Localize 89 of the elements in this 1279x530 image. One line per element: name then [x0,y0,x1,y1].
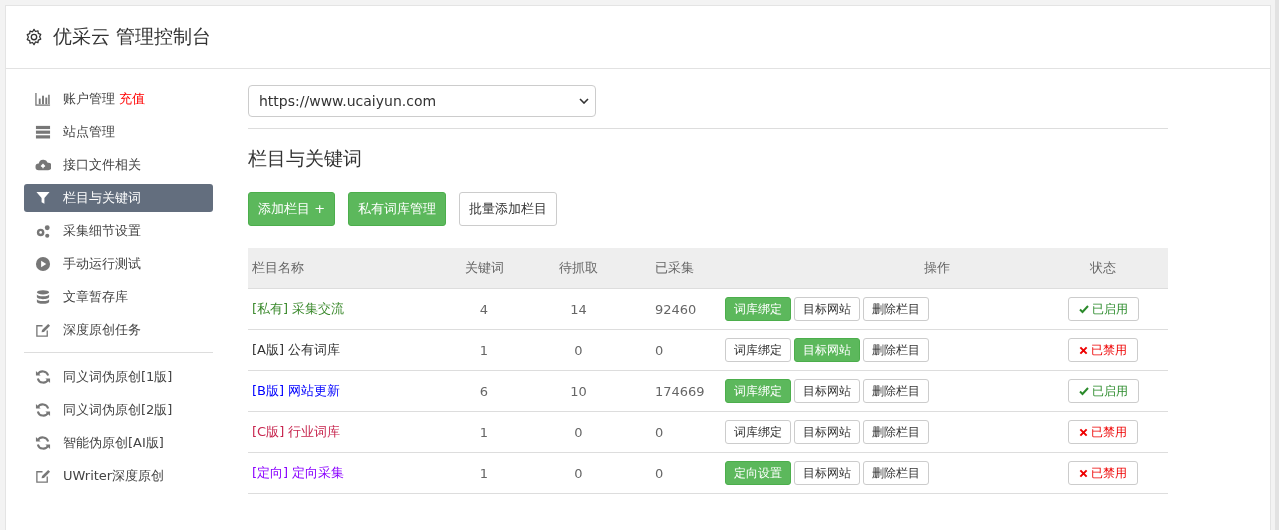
sidebar-label: 手动运行测试 [63,255,141,273]
table-cell: 174669 [655,383,705,399]
page-title: 优采云 管理控制台 [53,24,212,49]
edit-icon [35,468,51,484]
table-cell: 1 [479,465,489,481]
column-header: 已采集 [655,260,694,275]
edit-icon [35,322,51,338]
status-button[interactable]: 已禁用 [1068,461,1138,485]
table-cell: 0 [574,465,583,481]
recharge-link[interactable]: 充值 [119,90,145,108]
sidebar-item[interactable]: 同义词伪原创[2版] [24,396,213,424]
action-button[interactable]: 删除栏目 [863,420,929,444]
action-button[interactable]: 目标网站 [794,420,860,444]
table-cell: 92460 [655,301,697,317]
filter-icon [35,190,51,206]
status-button[interactable]: 已禁用 [1068,420,1138,444]
refresh-icon [35,402,51,418]
toolbar-button[interactable]: 批量添加栏目 [459,192,558,226]
sidebar-item[interactable]: 智能伪原创[AI版] [24,429,213,457]
column-header: 操作 [924,260,950,275]
server-icon [35,124,51,140]
column-header: 栏目名称 [252,260,304,275]
close-icon [1079,345,1088,355]
table-cell: 1 [479,424,489,440]
column-header: 关键词 [464,260,504,275]
sidebar-label: 栏目与关键词 [63,189,141,207]
row-name[interactable]: [定向] 定向采集 [252,465,345,480]
sidebar-label: 深度原创任务 [63,321,141,339]
sidebar-label: 文章暂存库 [63,288,128,306]
status-button[interactable]: 已禁用 [1068,338,1138,362]
close-icon [1079,468,1088,478]
sidebar-label: 账户管理 [63,90,115,108]
sidebar-item[interactable]: 采集细节设置 [24,217,213,245]
sidebar-item[interactable]: 账户管理 充值 [24,85,213,113]
table-cell: 4 [479,301,489,317]
section-title: 栏目与关键词 [248,146,363,171]
chart-icon [35,91,51,107]
check-icon [1078,386,1089,396]
action-button[interactable]: 删除栏目 [863,379,929,403]
table-cell: 0 [574,342,583,358]
table-cell: 0 [655,342,664,358]
action-button[interactable]: 目标网站 [794,297,860,321]
sidebar-item[interactable]: 站点管理 [24,118,213,146]
table-cell: 6 [479,383,489,399]
sidebar-item[interactable]: 手动运行测试 [24,250,213,278]
settings-icon [25,28,43,46]
sidebar-label: 接口文件相关 [63,156,141,174]
sidebar-item[interactable]: 栏目与关键词 [24,184,213,212]
sidebar-label: 同义词伪原创[2版] [63,401,173,419]
sidebar-item[interactable]: 深度原创任务 [24,316,213,344]
status-button[interactable]: 已启用 [1067,379,1139,403]
sidebar-label: UWriter深度原创 [63,467,165,485]
action-button[interactable]: 删除栏目 [863,338,929,362]
caret-icon [579,98,589,104]
action-button[interactable]: 目标网站 [794,379,860,403]
row-name[interactable]: [B版] 网站更新 [252,383,341,398]
cloud-upload-icon [35,157,51,173]
sidebar-label: 智能伪原创[AI版] [63,434,164,452]
close-icon [1079,427,1088,437]
row-name[interactable]: [私有] 采集交流 [252,301,345,316]
table-cell: 1 [479,342,489,358]
row-name[interactable]: [A版] 公有词库 [252,342,341,357]
column-header: 待抓取 [559,260,598,275]
action-button[interactable]: 词库绑定 [725,420,791,444]
refresh-icon [35,435,51,451]
sidebar-label: 采集细节设置 [63,222,141,240]
refresh-icon [35,369,51,385]
check-icon [1078,304,1089,314]
table-cell: 0 [574,424,583,440]
table-cell: 14 [570,301,587,317]
action-button[interactable]: 目标网站 [794,461,860,485]
status-button[interactable]: 已启用 [1067,297,1139,321]
table-cell: 10 [570,383,587,399]
sidebar-item[interactable]: 文章暂存库 [24,283,213,311]
row-name[interactable]: [C版] 行业词库 [252,424,341,439]
column-header: 状态 [1090,260,1116,275]
sidebar-item[interactable]: 接口文件相关 [24,151,213,179]
database-icon [35,289,51,305]
action-button[interactable]: 删除栏目 [863,461,929,485]
action-button[interactable]: 删除栏目 [863,297,929,321]
sidebar-label: 同义词伪原创[1版] [63,368,173,386]
play-icon [35,256,51,272]
sidebar-item[interactable]: 同义词伪原创[1版] [24,363,213,391]
sidebar-item[interactable]: UWriter深度原创 [24,462,213,490]
table-cell: 0 [655,424,664,440]
sidebar-label: 站点管理 [63,123,115,141]
site-select[interactable]: https://www.ucaiyun.com [248,85,596,117]
action-button[interactable]: 词库绑定 [725,338,791,362]
table-cell: 0 [655,465,664,481]
